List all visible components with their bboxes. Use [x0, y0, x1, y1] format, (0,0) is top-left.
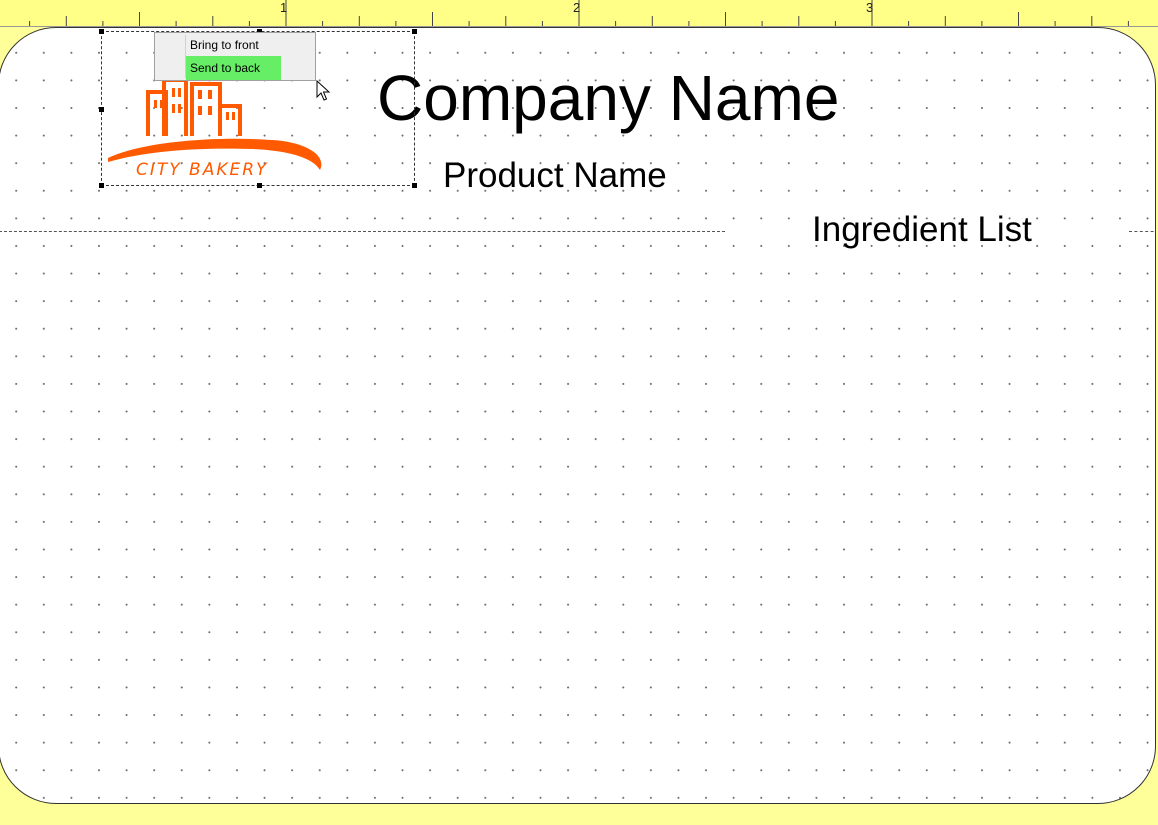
logo-text: CITY BAKERY	[136, 160, 268, 180]
mouse-pointer-icon	[316, 80, 330, 101]
divider-line-right	[1129, 231, 1155, 232]
context-menu: Bring to front Send to back	[154, 32, 316, 81]
divider-line-left	[0, 231, 725, 232]
horizontal-ruler[interactable]: 1 2 3	[0, 0, 1158, 27]
menu-item-bring-to-front[interactable]: Bring to front	[186, 33, 314, 57]
product-name-text[interactable]: Product Name	[443, 156, 667, 196]
ruler-label-3: 3	[866, 0, 874, 15]
company-name-text[interactable]: Company Name	[377, 61, 839, 135]
resize-handle-top-left[interactable]	[99, 29, 104, 34]
ingredient-list-text[interactable]: Ingredient List	[812, 210, 1032, 250]
resize-handle-bottom-left[interactable]	[99, 183, 104, 188]
resize-handle-left[interactable]	[99, 107, 104, 112]
resize-handle-top-right[interactable]	[412, 29, 417, 34]
menu-item-send-to-back[interactable]: Send to back	[186, 56, 281, 80]
ruler-label-2: 2	[573, 0, 581, 15]
resize-handle-bottom-right[interactable]	[412, 183, 417, 188]
ruler-label-1: 1	[280, 0, 288, 15]
resize-handle-bottom[interactable]	[257, 183, 262, 188]
